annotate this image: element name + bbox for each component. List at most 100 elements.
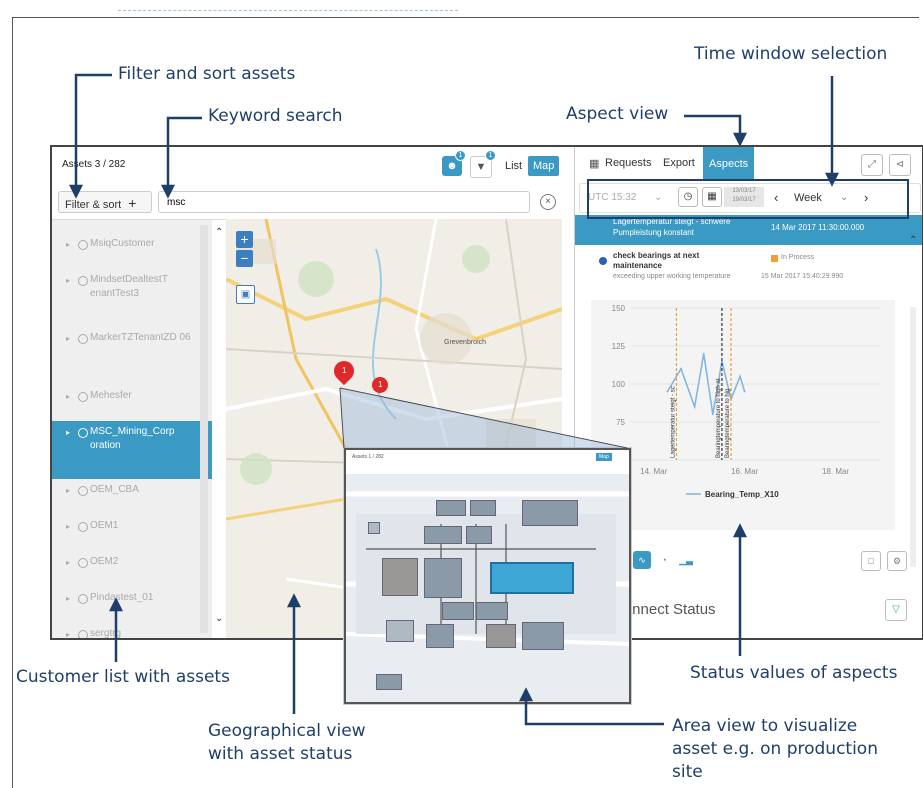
customer-item[interactable]: ▸ Pindastest_01 xyxy=(52,587,212,623)
site-block-10[interactable] xyxy=(476,602,508,620)
bar-chart-icon[interactable]: ▁▃ xyxy=(677,551,695,569)
customer-item[interactable]: ▸ OEM2 xyxy=(52,551,212,587)
expand-icon[interactable]: ▸ xyxy=(66,334,70,343)
filter-sort-button[interactable]: Filter & sort + xyxy=(58,191,152,213)
y-tick-label: 75 xyxy=(616,418,625,427)
callout-time-window: Time window selection xyxy=(694,44,888,64)
comment-icon[interactable]: □ xyxy=(861,551,881,571)
calendar-icon[interactable]: ▦ xyxy=(702,187,722,207)
event-row[interactable]: check bearings at next maintenance excee… xyxy=(575,245,922,295)
pie-chart-icon[interactable]: ◔ xyxy=(655,551,673,569)
series-point xyxy=(666,390,669,393)
scroll-down-icon[interactable]: ⌄ xyxy=(215,613,223,624)
layers-icon[interactable]: ▣ xyxy=(236,285,255,304)
event-row-selected[interactable]: Lagertemperatur steigt - schwere Pumplei… xyxy=(575,215,922,245)
expand-icon[interactable]: ▸ xyxy=(66,630,70,638)
user-icon xyxy=(78,558,88,568)
series-point xyxy=(693,406,696,408)
customer-item[interactable]: ▸ Mehesfer xyxy=(52,385,212,421)
expand-icon[interactable]: ▸ xyxy=(66,522,70,531)
aspect-chart[interactable]: 150125100755014. Mar16. Mar18. MarBearin… xyxy=(591,300,895,530)
customer-label: MindsetDealtestT enantTest3 xyxy=(90,274,168,299)
callout-area-view-3: site xyxy=(672,762,703,782)
site-block-4[interactable] xyxy=(368,522,380,534)
window-select[interactable]: Week xyxy=(794,189,822,207)
date-range[interactable]: 13/03/17 19/03/17 xyxy=(724,187,764,207)
site-block-2[interactable] xyxy=(470,500,496,516)
previous-window-icon[interactable]: ‹ xyxy=(774,189,778,207)
site-block-13[interactable] xyxy=(486,624,516,648)
share-icon[interactable]: ⊲ xyxy=(889,154,911,176)
user-filter-badge: 1 xyxy=(455,150,466,161)
site-block-selected[interactable] xyxy=(490,562,574,594)
x-tick-label: 18. Mar xyxy=(822,467,849,476)
site-block-8[interactable] xyxy=(424,558,462,598)
customer-item[interactable]: ▸ sergtrg xyxy=(52,623,212,638)
user-icon xyxy=(78,334,88,344)
area-view-inset: Assets 1 / 282 Map xyxy=(344,448,631,704)
expand-icon[interactable]: ▸ xyxy=(66,558,70,567)
site-block-6[interactable] xyxy=(466,526,492,544)
customer-item[interactable]: ▸ MsiqCustomer xyxy=(52,233,212,269)
customer-item[interactable]: ▸ MSC_Mining_Corp oration xyxy=(52,421,212,479)
window-dropdown-icon[interactable]: ⌄ xyxy=(840,189,848,207)
clear-search-icon[interactable]: × xyxy=(540,194,556,210)
tab-aspects[interactable]: Aspects xyxy=(703,147,755,181)
site-block-9[interactable] xyxy=(442,602,474,620)
customer-item[interactable]: ▸ MindsetDealtestT enantTest3 xyxy=(52,269,212,327)
site-block-11[interactable] xyxy=(386,620,414,642)
fullscreen-icon[interactable]: ⤢ xyxy=(861,154,883,176)
customer-item[interactable]: ▸ MarkerTZTenantZD 06 xyxy=(52,327,212,385)
expand-icon[interactable]: ▸ xyxy=(66,240,70,249)
callout-keyword-search: Keyword search xyxy=(208,106,343,126)
site-floorplan[interactable] xyxy=(346,474,629,702)
x-tick-label: 14. Mar xyxy=(640,467,667,476)
next-window-icon[interactable]: › xyxy=(864,189,868,207)
site-block-1[interactable] xyxy=(436,500,466,516)
inset-map-toggle[interactable]: Map xyxy=(596,453,612,461)
site-block-3[interactable] xyxy=(522,500,578,526)
map-toggle[interactable]: Map xyxy=(528,156,560,176)
date-range-start: 13/03/17 xyxy=(732,188,756,194)
customer-label: Pindastest_01 xyxy=(90,592,154,603)
zoom-out-button[interactable]: − xyxy=(236,250,253,267)
customer-label: OEM_CBA xyxy=(90,484,139,495)
expand-icon[interactable]: ▸ xyxy=(66,486,70,495)
user-icon xyxy=(78,240,88,250)
utc-time[interactable]: UTC 15:32 xyxy=(588,189,636,207)
connect-status-expand-icon[interactable]: ▽ xyxy=(885,599,907,621)
expand-icon[interactable]: ▸ xyxy=(66,594,70,603)
line-chart-icon[interactable]: ∿ xyxy=(633,551,651,569)
tab-requests[interactable]: Requests xyxy=(605,157,651,169)
expand-icon[interactable]: ▸ xyxy=(66,276,70,285)
site-block-7[interactable] xyxy=(382,558,418,596)
user-icon xyxy=(78,594,88,604)
filter-sort-label: Filter & sort xyxy=(65,199,122,211)
user-icon xyxy=(78,486,88,496)
expand-icon[interactable]: ▸ xyxy=(66,428,70,437)
utc-dropdown-icon[interactable]: ⌄ xyxy=(654,189,662,207)
legend-label: Bearing_Temp_X10 xyxy=(705,490,779,499)
site-block-5[interactable] xyxy=(424,526,462,544)
plus-icon: + xyxy=(128,195,137,211)
zoom-in-button[interactable]: + xyxy=(236,231,253,248)
site-block-15[interactable] xyxy=(376,674,402,690)
site-block-12[interactable] xyxy=(426,624,454,648)
list-toggle[interactable]: List xyxy=(500,156,527,176)
clock-icon[interactable]: ◷ xyxy=(678,187,698,207)
site-block-14[interactable] xyxy=(522,622,564,650)
search-input[interactable] xyxy=(158,191,530,213)
callout-area-view-1: Area view to visualize xyxy=(672,716,858,736)
customer-item[interactable]: ▸ OEM_CBA xyxy=(52,479,212,515)
event1-text-1: Lagertemperatur steigt - schwere xyxy=(613,217,731,226)
expand-icon[interactable]: ▸ xyxy=(66,392,70,401)
list-scrollbar[interactable] xyxy=(200,225,208,633)
callout-status-values: Status values of aspects xyxy=(690,663,898,683)
grid-icon[interactable]: ▦ xyxy=(589,157,599,170)
settings-icon[interactable]: ⚙ xyxy=(887,551,907,571)
aspect-scrollbar[interactable] xyxy=(910,307,916,567)
tab-export[interactable]: Export xyxy=(663,157,695,169)
scroll-up-icon[interactable]: ⌃ xyxy=(215,227,223,238)
event2-status: In Process xyxy=(781,254,815,261)
customer-item[interactable]: ▸ OEM1 xyxy=(52,515,212,551)
